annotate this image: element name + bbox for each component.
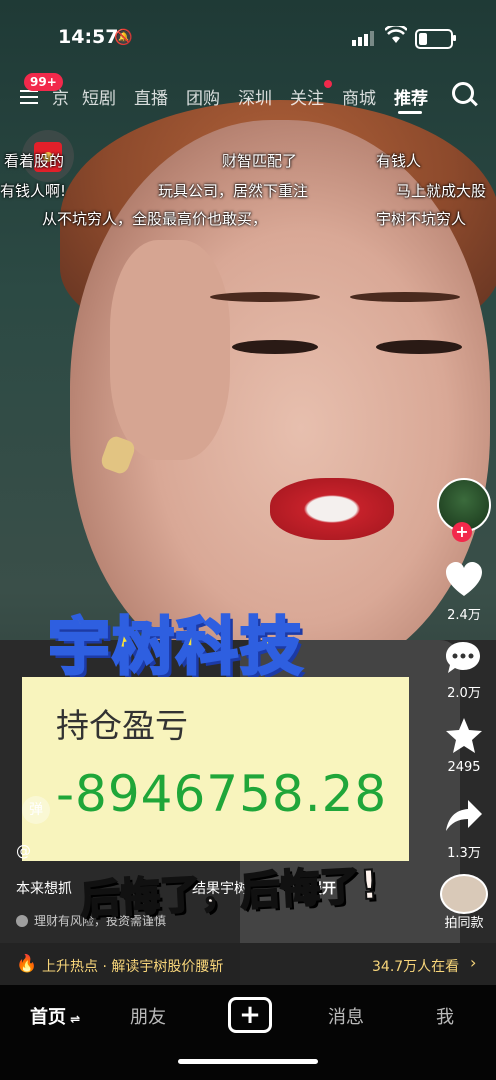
right-eye [376, 340, 462, 354]
left-eye [232, 340, 318, 354]
mouth [270, 478, 394, 540]
nav-friends[interactable]: 朋友 [130, 1003, 166, 1029]
comment-count: 2.0万 [447, 686, 481, 701]
active-tab-indicator [398, 111, 422, 114]
author-name[interactable]: @ [16, 842, 31, 860]
status-bar: 14:57 🔕 [0, 20, 496, 52]
share-count: 1.3万 [447, 846, 481, 861]
subtitle: 有钱人啊! [0, 182, 67, 200]
comment-icon[interactable] [444, 640, 482, 676]
pl-label: 持仓盈亏 [56, 706, 188, 745]
subtitle: 从不坑穷人，全股最高价也敢买， [42, 210, 268, 228]
battery-icon [415, 29, 453, 49]
hot-topic-bar[interactable]: 🔥 上升热点 · 解读宇树股价腰斩 34.7万人在看 › [0, 943, 496, 985]
silent-bell-icon: 🔕 [114, 28, 133, 46]
following-dot [324, 80, 332, 88]
top-nav: 99+ 京 短剧 直播 团购 深圳 关注 商城 推荐 [0, 73, 496, 114]
favorite-count: 2495 [447, 760, 481, 775]
subtitle: 财智匹配了 [222, 152, 298, 170]
position-pl-card: 持仓盈亏 -8946758.28 [22, 677, 409, 861]
signal-icon [352, 31, 374, 46]
wifi-icon [385, 26, 407, 43]
tab-group-buy[interactable]: 团购 [186, 84, 220, 109]
home-indicator [178, 1059, 318, 1064]
nav-messages[interactable]: 消息 [328, 1003, 364, 1029]
subtitle: 宇树不坑穷人 [376, 210, 467, 228]
tab-shenzhen[interactable]: 深圳 [238, 84, 272, 109]
subtitle: 有钱人 [376, 152, 422, 170]
favorite-icon[interactable] [444, 716, 484, 756]
like-icon[interactable] [444, 560, 484, 600]
nav-me[interactable]: 我 [436, 1003, 454, 1029]
nav-home-label: 首页 [30, 1007, 66, 1028]
battery-tip [453, 35, 456, 41]
tab-live[interactable]: 直播 [134, 84, 168, 109]
chevron-right-icon: › [470, 953, 477, 972]
left-brow [210, 292, 320, 302]
stock-name-title: 宇树科技 [46, 609, 305, 685]
tab-recommend[interactable]: 推荐 [394, 84, 428, 109]
share-icon[interactable] [444, 798, 484, 834]
right-brow [350, 292, 460, 302]
fire-icon: 🔥 [16, 954, 38, 974]
tab-following[interactable]: 关注 [290, 84, 324, 109]
search-icon[interactable] [452, 82, 474, 104]
info-icon [16, 915, 28, 927]
battery-level [419, 33, 427, 45]
tab-mall[interactable]: 商城 [342, 84, 376, 109]
same-style-avatar[interactable] [440, 874, 488, 914]
subtitle: 玩具公司，居然下重注 [158, 182, 309, 200]
bottom-nav: 首页 ⇌ 朋友 + 消息 我 [0, 985, 496, 1080]
tab-jing[interactable]: 京 [52, 84, 69, 109]
status-time: 14:57 [58, 26, 119, 48]
nav-home[interactable]: 首页 ⇌ [30, 1003, 80, 1029]
pl-value: -8946758.28 [56, 765, 388, 823]
same-style-label[interactable]: 拍同款 [436, 912, 492, 931]
danmu-toggle-button[interactable]: 弹 [22, 796, 50, 824]
subtitle: 马上就成大股 [396, 182, 487, 200]
create-post-button[interactable]: + [228, 997, 272, 1033]
face-shadow [110, 240, 230, 460]
follow-button[interactable]: + [452, 522, 472, 542]
subtitle: 看着股的 [4, 152, 65, 170]
swap-icon: ⇌ [66, 1012, 81, 1026]
tab-short-drama[interactable]: 短剧 [82, 84, 116, 109]
hot-topic-text: 上升热点 · 解读宇树股价腰斩 [42, 959, 224, 975]
description-text: 本来想抓 [16, 881, 72, 897]
live-viewer-count: 34.7万人在看 [372, 959, 460, 975]
like-count: 2.4万 [447, 608, 481, 623]
